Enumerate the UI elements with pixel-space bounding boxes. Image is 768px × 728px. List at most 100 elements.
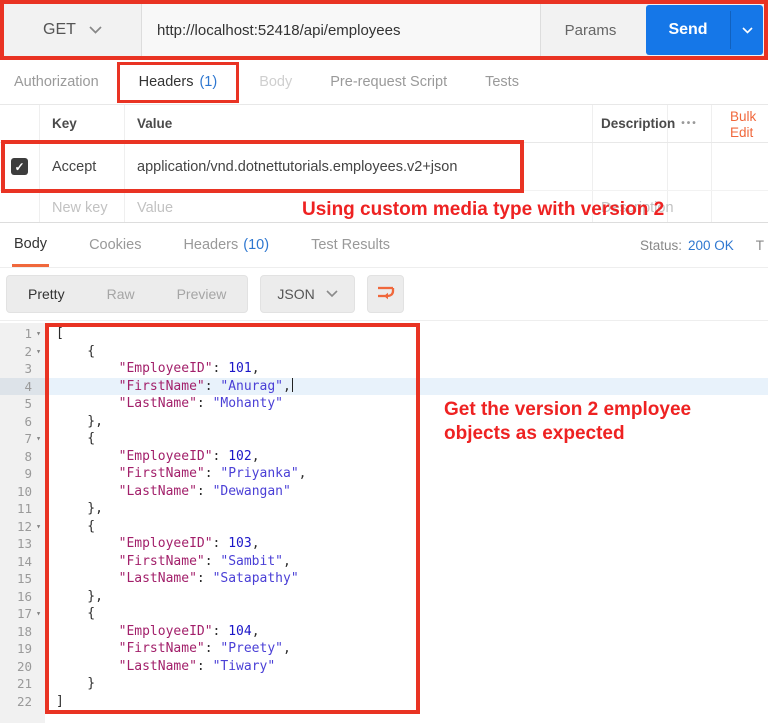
wrap-lines-button[interactable] xyxy=(366,275,404,313)
response-tab-test-results[interactable]: Test Results xyxy=(309,223,392,267)
line-number: 6 xyxy=(0,413,45,431)
line-number: 11 xyxy=(0,500,45,518)
line-number: 4 xyxy=(0,377,45,395)
fold-arrow-placeholder xyxy=(32,693,45,711)
header-value-field[interactable]: application/vnd.dotnettutorials.employee… xyxy=(125,143,593,190)
response-view-toggle: Pretty Raw Preview xyxy=(6,275,249,313)
header-row-spacer xyxy=(712,143,768,190)
tab-prerequest-script[interactable]: Pre-request Script xyxy=(328,74,449,90)
code-line: 14 "FirstName": "Sambit", xyxy=(0,553,768,571)
code-line: 9 "FirstName": "Priyanka", xyxy=(0,465,768,483)
status-value: 200 OK xyxy=(687,237,734,253)
view-raw-button[interactable]: Raw xyxy=(86,286,156,302)
line-number: 10 xyxy=(0,483,45,501)
code-text: { xyxy=(56,343,96,359)
new-key-field[interactable]: New key xyxy=(40,191,125,224)
value-column-header: Value xyxy=(125,105,593,142)
tab-authorization[interactable]: Authorization xyxy=(12,74,101,90)
format-dropdown[interactable]: JSON xyxy=(260,275,355,313)
tab-tests[interactable]: Tests xyxy=(483,74,521,90)
response-tab-cookies[interactable]: Cookies xyxy=(87,223,143,267)
code-text: "LastName": "Dewangan" xyxy=(118,483,291,499)
fold-arrow-placeholder xyxy=(32,675,45,693)
code-line: 18 "EmployeeID": 104, xyxy=(0,623,768,641)
header-row-checkbox-cell: ✓ xyxy=(0,143,40,190)
header-key-field[interactable]: Accept xyxy=(40,143,125,190)
url-input[interactable]: http://localhost:52418/api/employees xyxy=(142,4,540,56)
code-line: 16 }, xyxy=(0,588,768,606)
more-options-icon[interactable]: ••• xyxy=(668,105,712,142)
code-text: "EmployeeID": 104, xyxy=(118,623,260,639)
fold-arrow-icon[interactable]: ▾ xyxy=(32,518,45,536)
checked-checkbox[interactable]: ✓ xyxy=(11,158,28,175)
params-button[interactable]: Params xyxy=(540,4,640,56)
response-tab-body[interactable]: Body xyxy=(12,223,50,267)
code-line: 1 ▾ [ xyxy=(0,325,768,343)
tab-body[interactable]: Body xyxy=(257,74,294,90)
fold-arrow-icon[interactable]: ▾ xyxy=(32,325,45,343)
code-text: }, xyxy=(56,588,103,604)
code-line: 8 "EmployeeID": 102, xyxy=(0,448,768,466)
format-label: JSON xyxy=(277,286,315,302)
line-number: 20 xyxy=(0,658,45,676)
response-status: Status: 200 OK T xyxy=(640,238,764,253)
line-number: 1 ▾ xyxy=(0,325,45,343)
time-label-cut: T xyxy=(755,237,764,253)
code-line: 12 ▾ { xyxy=(0,518,768,536)
fold-arrow-placeholder xyxy=(32,640,45,658)
text-cursor xyxy=(291,377,294,392)
fold-arrow-placeholder xyxy=(32,623,45,641)
code-line: 17 ▾ { xyxy=(0,605,768,623)
response-toolbar: Pretty Raw Preview JSON xyxy=(0,268,768,320)
chevron-down-icon xyxy=(326,290,338,298)
response-body-editor[interactable]: 1 ▾[2 ▾ {3 "EmployeeID": 101, 4 "FirstName"… xyxy=(0,320,768,728)
method-dropdown[interactable]: GET xyxy=(4,4,142,56)
fold-arrow-placeholder xyxy=(32,553,45,571)
line-number: 17 ▾ xyxy=(0,605,45,623)
json-code-lines: 1 ▾[2 ▾ {3 "EmployeeID": 101, 4 "FirstName"… xyxy=(0,325,768,710)
chevron-down-icon xyxy=(741,26,753,34)
view-pretty-button[interactable]: Pretty xyxy=(7,286,86,302)
code-line: 2 ▾ { xyxy=(0,343,768,361)
send-button[interactable]: Send xyxy=(646,5,763,55)
code-text: "EmployeeID": 101, xyxy=(118,361,260,376)
header-row-accept: ✓ Accept application/vnd.dotnettutorials… xyxy=(0,143,768,191)
code-line: 22] xyxy=(0,693,768,711)
line-number: 2 ▾ xyxy=(0,343,45,361)
code-text: }, xyxy=(56,501,103,516)
line-number: 7 ▾ xyxy=(0,430,45,448)
code-text: "LastName": "Tiwary" xyxy=(118,658,276,674)
line-number: 14 xyxy=(0,553,45,571)
response-headers-count: (10) xyxy=(243,237,270,253)
annotation-version2-objects: Get the version 2 employee objects as ex… xyxy=(444,399,692,444)
send-options-caret[interactable] xyxy=(731,5,763,55)
fold-arrow-placeholder xyxy=(32,465,45,483)
new-row-checkbox-cell xyxy=(0,191,40,224)
request-bar: GET http://localhost:52418/api/employees… xyxy=(0,0,768,60)
send-label: Send xyxy=(668,21,708,38)
code-line: 11 }, xyxy=(0,500,768,518)
code-line: 20 "LastName": "Tiwary" xyxy=(0,658,768,676)
tab-headers[interactable]: Headers (1) xyxy=(116,61,240,103)
fold-arrow-placeholder xyxy=(32,483,45,501)
code-text: "LastName": "Satapathy" xyxy=(118,571,299,586)
code-text: ] xyxy=(56,693,64,709)
view-preview-button[interactable]: Preview xyxy=(156,286,248,302)
line-number: 8 xyxy=(0,448,45,466)
code-line: 4 "FirstName": "Anurag", xyxy=(0,377,768,395)
header-description-field[interactable] xyxy=(593,143,668,190)
code-line: 21 } xyxy=(0,675,768,693)
code-text: } xyxy=(56,676,96,691)
code-text: { xyxy=(56,518,96,534)
url-text: http://localhost:52418/api/employees xyxy=(157,21,401,39)
code-text: "FirstName": "Priyanka", xyxy=(118,466,307,481)
fold-arrow-placeholder xyxy=(32,395,45,413)
fold-arrow-placeholder xyxy=(32,570,45,588)
code-text: "EmployeeID": 103, xyxy=(118,536,260,551)
line-number: 3 xyxy=(0,360,45,378)
bulk-edit-link[interactable]: Bulk Edit xyxy=(712,105,768,142)
fold-arrow-icon[interactable]: ▾ xyxy=(32,430,45,448)
fold-arrow-icon[interactable]: ▾ xyxy=(32,605,45,623)
response-tab-headers[interactable]: Headers (10) xyxy=(181,223,271,267)
fold-arrow-icon[interactable]: ▾ xyxy=(32,343,45,361)
